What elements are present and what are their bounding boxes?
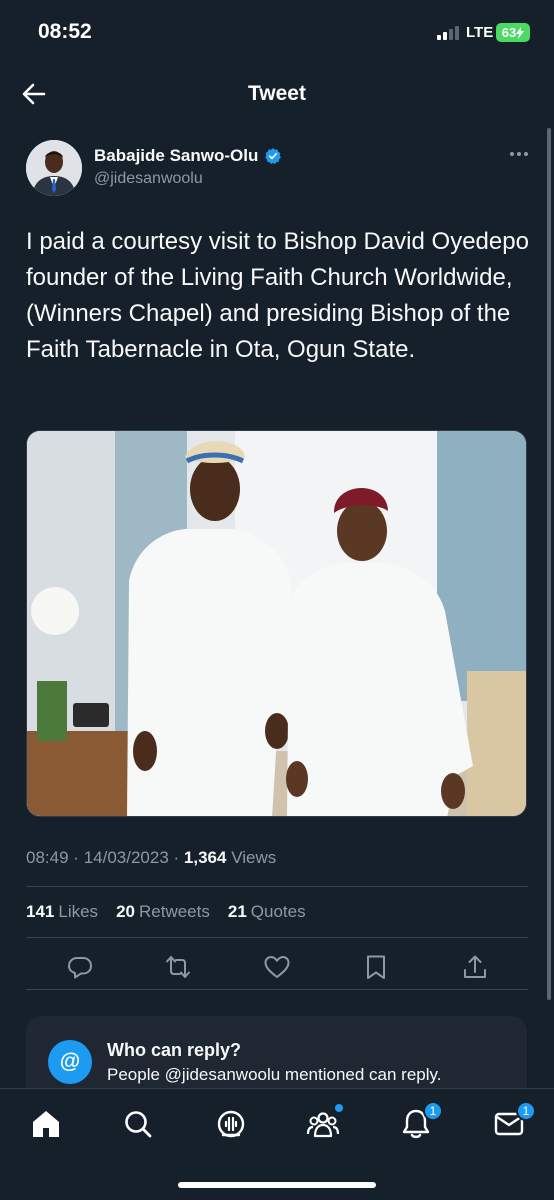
retweets-label: Retweets	[138, 902, 210, 921]
divider	[26, 937, 528, 938]
likes-count: 141	[26, 902, 55, 921]
communities-tab[interactable]	[306, 1104, 343, 1141]
tweet-time: 08:49	[26, 848, 69, 867]
network-type: LTE	[466, 24, 494, 41]
home-icon[interactable]	[29, 1107, 63, 1141]
search-icon[interactable]	[121, 1107, 155, 1141]
share-icon[interactable]	[461, 953, 489, 981]
engagement-stats: 141 Likes 20 Retweets 21 Quotes	[26, 902, 306, 922]
views-count[interactable]: 1,364	[184, 848, 227, 867]
home-indicator[interactable]	[178, 1182, 376, 1188]
quotes-label: Quotes	[250, 902, 306, 921]
retweet-icon[interactable]	[164, 953, 192, 981]
tweet-actions	[26, 950, 528, 982]
status-bar: 08:52 LTE 63	[0, 0, 554, 66]
reply-settings-subtitle: People @jidesanwoolu mentioned can reply…	[107, 1065, 442, 1084]
meta-separator: ·	[73, 848, 79, 867]
notifications-tab[interactable]: 1	[399, 1101, 443, 1141]
author-name[interactable]: Babajide Sanwo-Olu	[94, 146, 258, 166]
verified-badge-icon	[265, 148, 282, 165]
like-icon[interactable]	[263, 953, 291, 981]
status-time: 08:52	[38, 20, 92, 43]
reply-settings-title: Who can reply?	[107, 1040, 242, 1060]
nav-bar: Tweet	[0, 66, 554, 124]
tweet-date: 14/03/2023	[83, 848, 169, 867]
battery-icon: 63	[496, 23, 530, 42]
more-options-icon[interactable]	[510, 152, 528, 156]
quotes-stat[interactable]: 21 Quotes	[228, 902, 306, 922]
quotes-count: 21	[227, 902, 247, 921]
messages-tab[interactable]: 1	[492, 1101, 536, 1141]
communities-icon	[306, 1112, 340, 1138]
tweet-photo[interactable]	[26, 430, 527, 817]
notifications-badge: 1	[423, 1101, 443, 1121]
author-name-row: Babajide Sanwo-Olu	[94, 146, 282, 166]
author-handle[interactable]: @jidesanwoolu	[94, 170, 203, 188]
likes-label: Likes	[58, 902, 99, 921]
tweet-meta: 08:49 · 14/03/2023 · 1,364 Views	[26, 848, 276, 868]
bookmark-icon[interactable]	[362, 953, 390, 981]
views-label: Views	[231, 848, 277, 867]
tweet-text: I paid a courtesy visit to Bishop David …	[26, 228, 529, 363]
retweets-stat[interactable]: 20 Retweets	[116, 902, 210, 922]
retweets-count: 20	[116, 902, 135, 921]
spaces-icon[interactable]	[214, 1107, 248, 1141]
battery-level: 63	[501, 25, 517, 40]
mention-icon: @	[48, 1040, 92, 1084]
divider	[26, 886, 528, 887]
page-title: Tweet	[248, 82, 306, 105]
reply-icon[interactable]	[66, 953, 94, 981]
bottom-tab-bar: 1 1	[0, 1088, 554, 1200]
communities-dot	[335, 1104, 343, 1112]
messages-badge: 1	[516, 1101, 536, 1121]
likes-stat[interactable]: 141 Likes	[26, 902, 98, 922]
tweet-author: Babajide Sanwo-Olu @jidesanwoolu	[26, 138, 536, 198]
meta-separator: ·	[173, 848, 180, 867]
signal-icon	[437, 26, 459, 40]
avatar[interactable]	[26, 140, 82, 196]
scrollbar[interactable]	[547, 128, 551, 1000]
divider	[26, 989, 528, 990]
